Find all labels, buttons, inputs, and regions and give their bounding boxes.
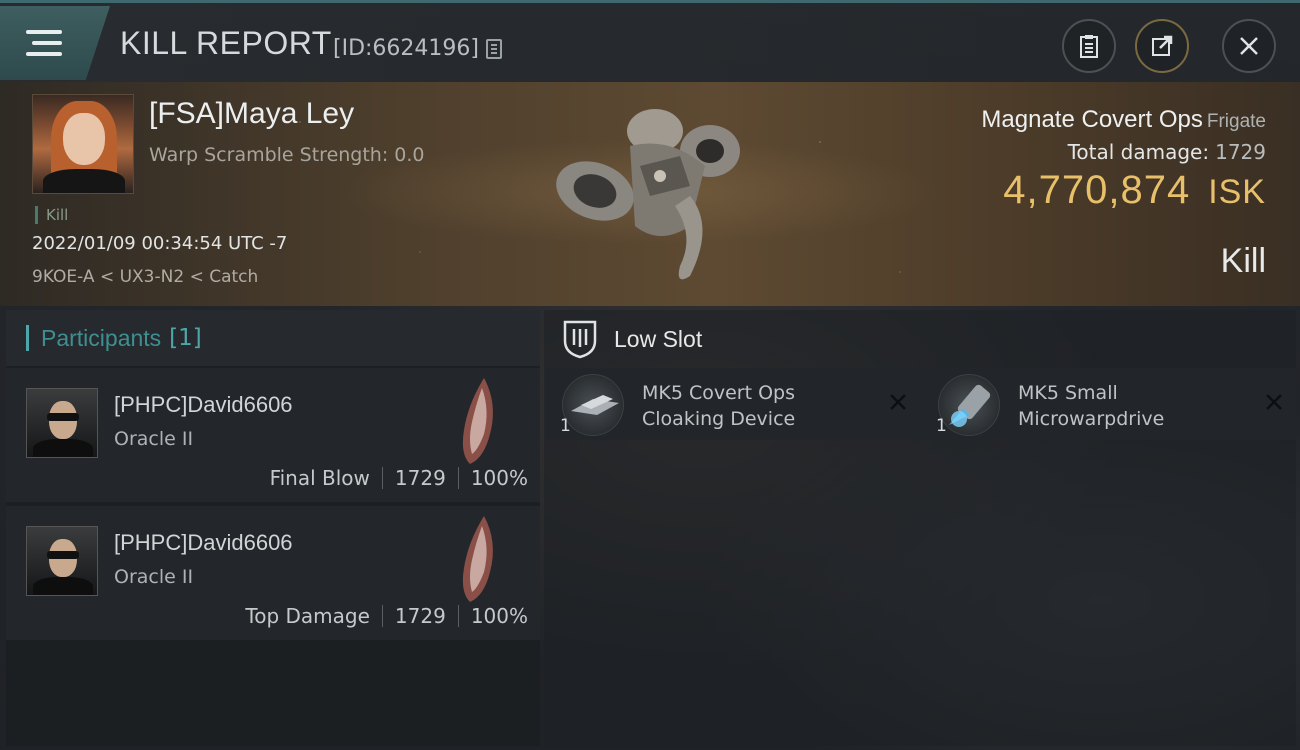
- participants-label: Participants: [41, 324, 162, 351]
- menu-button[interactable]: [0, 6, 110, 80]
- participant-stats: Final Blow 1729 100%: [270, 466, 528, 490]
- isk-value: 4,770,874 ISK: [1003, 168, 1266, 212]
- warp-scramble-strength: Warp Scramble Strength: 0.0: [149, 144, 425, 166]
- participant-ship: Oracle II: [114, 566, 194, 588]
- participant-ship: Oracle II: [114, 428, 194, 450]
- kill-tag: Kill: [35, 206, 68, 224]
- clipboard-icon: [1080, 35, 1098, 58]
- low-slot-label: Low Slot: [614, 325, 703, 352]
- low-slot-icon: [563, 320, 597, 359]
- victim-banner: [FSA]Maya Ley Warp Scramble Strength: 0.…: [0, 82, 1300, 306]
- total-damage: Total damage: 1729: [1067, 140, 1266, 164]
- fitting-panel: Low Slot 1 MK5 Covert Ops Cloaking Devic…: [544, 310, 1296, 746]
- destroyed-x-icon: [1266, 394, 1282, 410]
- participants-panel: Participants [1] [PHPC]David6606 Oracle …: [6, 310, 540, 746]
- participant-avatar[interactable]: [26, 526, 98, 596]
- top-bar: KILL REPORT [ID:6624196]: [0, 0, 1300, 82]
- hamburger-icon: [26, 30, 62, 56]
- microwarpdrive-module-icon: [938, 374, 1000, 436]
- victim-ship-name[interactable]: Magnate Covert Ops Frigate: [981, 106, 1266, 134]
- close-icon: [1240, 37, 1258, 55]
- module-card[interactable]: 1 MK5 Covert Ops Cloaking Device: [546, 368, 920, 440]
- participant-name: [PHPC]David6606: [114, 530, 293, 555]
- module-quantity: 1: [936, 416, 947, 436]
- participant-row[interactable]: [PHPC]David6606 Oracle II Top Damage 172…: [6, 506, 540, 640]
- participant-role: Top Damage: [245, 604, 370, 628]
- share-button[interactable]: [1135, 19, 1189, 73]
- module-name: MK5 Small Microwarpdrive: [1018, 382, 1165, 430]
- participant-name: [PHPC]David6606: [114, 392, 293, 417]
- module-name: MK5 Covert Ops Cloaking Device: [642, 382, 796, 430]
- cloak-module-icon: [562, 374, 624, 436]
- page-title: KILL REPORT: [120, 25, 332, 61]
- clipboard-button[interactable]: [1062, 19, 1116, 73]
- participant-damage: 1729: [394, 466, 446, 490]
- participant-avatar[interactable]: [26, 388, 98, 458]
- ship-class: Frigate: [1206, 111, 1266, 132]
- copy-icon[interactable]: [486, 39, 502, 59]
- participant-row[interactable]: [PHPC]David6606 Oracle II Final Blow 172…: [6, 368, 540, 502]
- victim-name[interactable]: [FSA]Maya Ley: [149, 97, 354, 131]
- module-quantity: 1: [560, 416, 571, 436]
- participant-percent: 100%: [470, 466, 528, 490]
- victim-ship-icon[interactable]: [540, 96, 750, 296]
- kill-result: Kill: [1220, 242, 1266, 280]
- participant-damage: 1729: [394, 604, 446, 628]
- participant-ship-icon[interactable]: [454, 512, 502, 606]
- participant-ship-icon[interactable]: [454, 374, 502, 468]
- participant-stats: Top Damage 1729 100%: [245, 604, 528, 628]
- destroyed-x-icon: [890, 394, 906, 410]
- share-icon: [1152, 35, 1173, 56]
- participants-header: Participants [1]: [6, 310, 540, 366]
- report-id: [ID:6624196]: [333, 36, 479, 61]
- low-slot-header: Low Slot: [544, 310, 1296, 368]
- close-button[interactable]: [1222, 19, 1276, 73]
- participant-percent: 100%: [470, 604, 528, 628]
- module-card[interactable]: 1 MK5 Small Microwarpdrive: [922, 368, 1296, 440]
- participant-role: Final Blow: [269, 466, 370, 490]
- victim-portrait[interactable]: [32, 94, 134, 194]
- kill-location: 9KOE-A < UX3-N2 < Catch: [32, 267, 259, 287]
- participants-count: [1]: [169, 325, 202, 351]
- kill-datetime: 2022/01/09 00:34:54 UTC -7: [32, 233, 288, 254]
